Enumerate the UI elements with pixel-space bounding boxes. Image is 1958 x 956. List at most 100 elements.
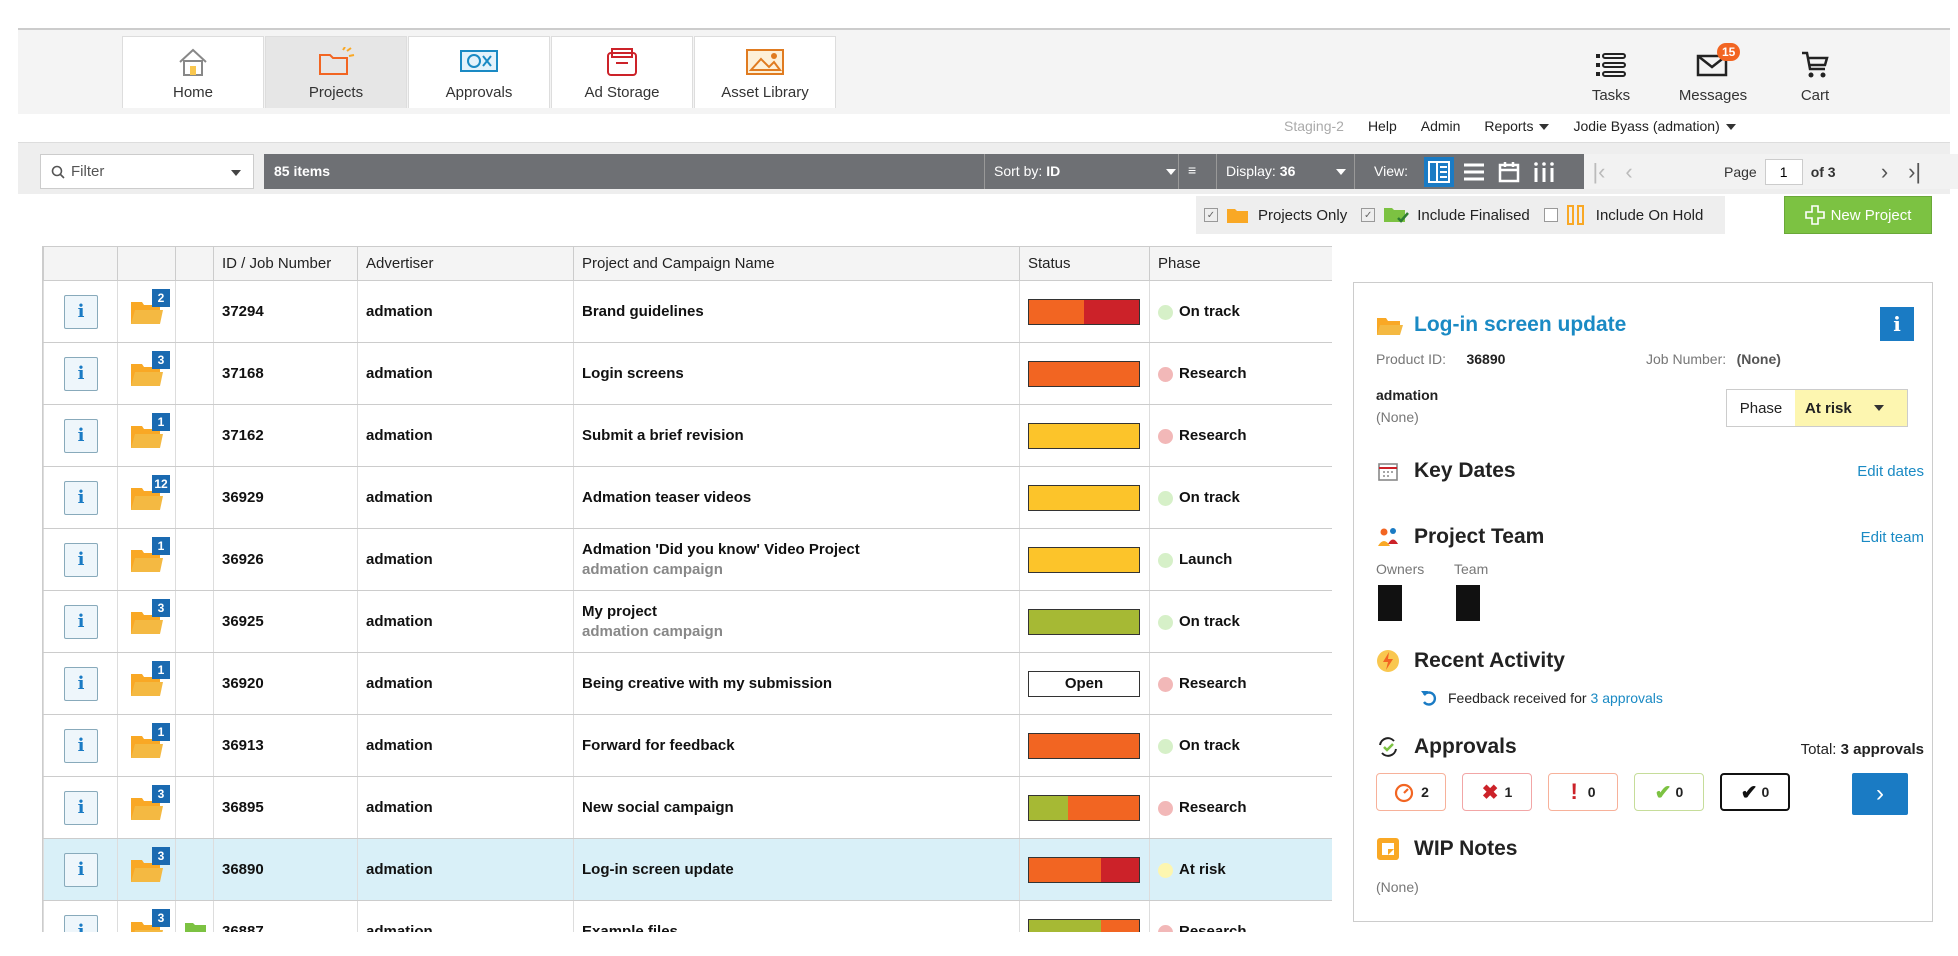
info-icon[interactable]: i <box>64 666 98 701</box>
tab-ad-storage[interactable]: Ad Storage <box>551 36 693 108</box>
open-folder-icon[interactable]: 1 <box>130 412 170 451</box>
tab-home[interactable]: Home <box>122 36 264 108</box>
table-row[interactable]: i 1 37162 admation Submit a brief revision Re… <box>43 404 1332 467</box>
table-row[interactable]: i 3 37168 admation Login screens Research <box>43 342 1332 405</box>
reports-menu[interactable]: Reports <box>1484 118 1550 134</box>
project-name-cell[interactable]: Being creative with my submission <box>573 652 1020 715</box>
help-link[interactable]: Help <box>1368 118 1397 134</box>
filter-placeholder: Filter <box>71 163 105 180</box>
open-folder-icon[interactable]: 2 <box>130 288 170 327</box>
display-count-dropdown[interactable]: Display: 36 <box>1226 163 1295 179</box>
messages-button[interactable]: 15 Messages <box>1662 40 1764 104</box>
list-view-icon[interactable] <box>1459 157 1489 187</box>
info-icon[interactable]: i <box>64 728 98 763</box>
prev-page-icon[interactable]: ‹ <box>1614 159 1644 185</box>
project-name-cell[interactable]: Submit a brief revision <box>573 404 1020 467</box>
info-icon[interactable]: i <box>64 852 98 887</box>
column-header-id[interactable]: ID / Job Number <box>213 246 358 281</box>
cart-button[interactable]: Cart <box>1764 40 1866 104</box>
table-row[interactable]: i 1 36926 admation Admation 'Did you know' V… <box>43 528 1332 591</box>
project-name-cell[interactable]: New social campaign <box>573 776 1020 839</box>
view-approvals-button[interactable]: › <box>1852 773 1908 815</box>
table-row[interactable]: i 3 36890 admation Log-in screen update At ri… <box>43 838 1332 901</box>
new-project-button[interactable]: New Project <box>1784 196 1932 234</box>
project-name-cell[interactable]: Login screens <box>573 342 1020 405</box>
info-icon[interactable]: i <box>64 542 98 577</box>
open-folder-icon[interactable]: 3 <box>130 846 170 885</box>
open-folder-icon[interactable]: 3 <box>130 908 170 932</box>
project-name-cell[interactable]: Forward for feedback <box>573 714 1020 777</box>
include-finalised-toggle[interactable]: ✓ Include Finalised <box>1361 205 1530 225</box>
info-icon[interactable]: i <box>64 790 98 825</box>
tasks-button[interactable]: Tasks <box>1560 40 1662 104</box>
phase-dot <box>1158 676 1173 692</box>
sort-direction-icon[interactable]: ≡ <box>1188 162 1196 178</box>
column-header-project-name[interactable]: Project and Campaign Name <box>573 246 1020 281</box>
info-icon[interactable]: i <box>1880 307 1914 341</box>
filter-dropdown[interactable]: Filter <box>40 154 254 189</box>
folder-count-badge: 1 <box>152 722 170 741</box>
campaign-name: admation campaign <box>582 623 723 640</box>
table-row[interactable]: i 12 36929 admation Admation teaser videos On… <box>43 466 1332 529</box>
edit-dates-link[interactable]: Edit dates <box>1857 463 1924 480</box>
open-folder-icon[interactable]: 3 <box>130 350 170 389</box>
projects-only-checkbox[interactable]: ✓ <box>1204 208 1218 222</box>
edit-team-link[interactable]: Edit team <box>1861 529 1924 546</box>
project-name-cell[interactable]: Log-in screen update <box>573 838 1020 901</box>
table-row[interactable]: i 1 36913 admation Forward for feedback On tr… <box>43 714 1332 777</box>
info-icon[interactable]: i <box>64 914 98 932</box>
project-name-cell[interactable]: Admation teaser videos <box>573 466 1020 529</box>
table-row[interactable]: i 3 36925 admation My project admation campai… <box>43 590 1332 653</box>
first-page-icon[interactable]: |‹ <box>1584 159 1614 185</box>
table-row[interactable]: i 3 36895 admation New social campaign Resear… <box>43 776 1332 839</box>
split-view-icon[interactable] <box>1424 157 1454 187</box>
user-menu[interactable]: Jodie Byass (admation) <box>1573 118 1736 134</box>
table-row[interactable]: i 1 36920 admation Being creative with my su… <box>43 652 1332 715</box>
project-name-cell[interactable]: Brand guidelines <box>573 280 1020 343</box>
info-icon[interactable]: i <box>64 294 98 329</box>
column-header-status[interactable]: Status <box>1019 246 1150 281</box>
open-folder-icon[interactable]: 1 <box>130 722 170 761</box>
tab-approvals[interactable]: Approvals <box>408 36 550 108</box>
admin-link[interactable]: Admin <box>1421 118 1461 134</box>
team-member-avatar[interactable] <box>1456 585 1480 621</box>
tab-asset-library[interactable]: Asset Library <box>694 36 836 108</box>
include-on-hold-toggle[interactable]: Include On Hold <box>1543 205 1703 225</box>
info-icon[interactable]: i <box>64 604 98 639</box>
owner-avatar[interactable] <box>1378 585 1402 621</box>
include-finalised-checkbox[interactable]: ✓ <box>1361 208 1376 222</box>
table-row[interactable]: i 2 37294 admation Brand guidelines On track <box>43 280 1332 343</box>
column-header-phase[interactable]: Phase <box>1149 246 1332 281</box>
project-name-cell[interactable]: Example files <box>573 900 1020 932</box>
open-folder-icon[interactable]: 3 <box>130 784 170 823</box>
open-folder-icon[interactable]: 1 <box>130 536 170 575</box>
project-name-cell[interactable]: My project admation campaign <box>573 590 1020 653</box>
activity-approvals-link[interactable]: 3 approvals <box>1591 690 1663 706</box>
page-number-input[interactable] <box>1764 158 1803 185</box>
approvals-pending-button[interactable]: 2 <box>1376 773 1446 811</box>
approvals-rejected-button[interactable]: ✖ 1 <box>1462 773 1532 811</box>
tab-projects[interactable]: Projects <box>265 36 407 108</box>
column-header-advertiser[interactable]: Advertiser <box>357 246 574 281</box>
projects-only-toggle[interactable]: ✓ Projects Only <box>1204 206 1347 224</box>
next-page-icon[interactable]: › <box>1870 159 1900 185</box>
include-on-hold-checkbox[interactable] <box>1543 208 1558 222</box>
calendar-view-icon[interactable] <box>1494 157 1524 187</box>
approvals-complete-button[interactable]: ✔ 0 <box>1720 773 1790 811</box>
project-name-cell[interactable]: Admation 'Did you know' Video Project adm… <box>573 528 1020 591</box>
info-icon[interactable]: i <box>64 480 98 515</box>
open-folder-icon[interactable]: 12 <box>130 474 170 513</box>
open-folder-icon[interactable]: 3 <box>130 598 170 637</box>
last-page-icon[interactable]: ›| <box>1900 159 1930 185</box>
info-icon[interactable]: i <box>64 418 98 453</box>
approvals-alert-button[interactable]: ! 0 <box>1548 773 1618 811</box>
table-row[interactable]: i 3 36887 admation Example files Research <box>43 900 1332 932</box>
panel-project-title[interactable]: Log-in screen update <box>1414 313 1626 337</box>
open-folder-icon[interactable]: 1 <box>130 660 170 699</box>
info-icon[interactable]: i <box>64 356 98 391</box>
phase-dropdown[interactable]: Phase At risk <box>1726 389 1908 427</box>
column-view-icon[interactable] <box>1529 157 1559 187</box>
sort-by-dropdown[interactable]: Sort by: ID <box>994 163 1060 179</box>
tab-asset-library-label: Asset Library <box>721 84 809 101</box>
approvals-approved-button[interactable]: ✔ 0 <box>1634 773 1704 811</box>
